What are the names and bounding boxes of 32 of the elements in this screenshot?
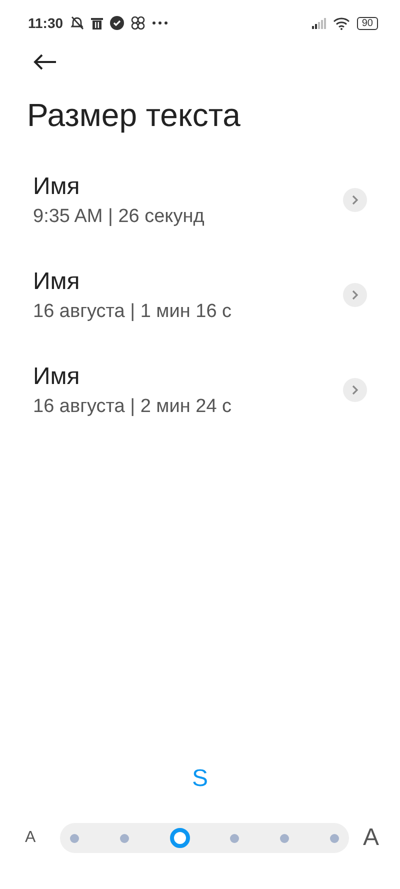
item-detail: 9:35 AM | 26 секунд — [33, 206, 206, 228]
slider-stop[interactable] — [280, 834, 290, 842]
trash-icon — [91, 16, 104, 30]
item-name: Имя — [33, 172, 81, 200]
size-slider[interactable] — [60, 823, 349, 853]
bell-off-icon — [70, 16, 84, 30]
slider-stop[interactable] — [230, 834, 240, 842]
slider-thumb[interactable] — [170, 828, 190, 848]
chevron-icon — [343, 378, 367, 402]
status-time: 11:30 — [28, 15, 64, 31]
chevron-icon — [343, 283, 367, 307]
item-name: Имя — [33, 268, 81, 296]
slider-stop[interactable] — [70, 834, 79, 842]
signal-icon — [312, 18, 326, 28]
list-item[interactable]: Имя 16 августа | 1 мин 16 с — [0, 265, 400, 325]
slider-stop[interactable] — [330, 834, 339, 842]
page-title: Размер текста — [27, 97, 242, 134]
large-size-label: A — [362, 824, 379, 852]
wifi-icon — [332, 16, 350, 30]
size-label: S — [192, 765, 208, 793]
chevron-icon — [343, 188, 367, 212]
item-detail: 16 августа | 1 мин 16 с — [33, 300, 233, 322]
check-circle-icon — [110, 16, 124, 30]
slider-stop[interactable] — [120, 834, 129, 842]
item-detail: 16 августа | 2 мин 24 с — [33, 396, 233, 418]
pinwheel-icon — [131, 16, 146, 30]
list-item[interactable]: Имя 9:35 AM | 26 секунд — [0, 170, 400, 230]
item-name: Имя — [33, 362, 81, 390]
battery-indicator: 90 — [356, 16, 378, 30]
more-icon — [152, 21, 168, 25]
list-item[interactable]: Имя 16 августа | 2 мин 24 с — [0, 360, 400, 420]
small-size-label: A — [25, 829, 37, 847]
